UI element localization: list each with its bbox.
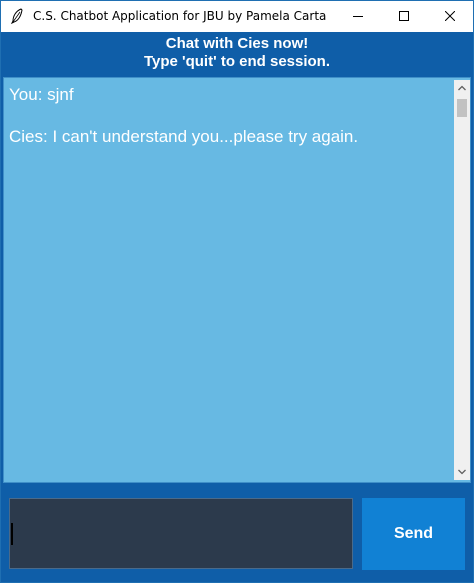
chevron-down-icon	[458, 469, 466, 475]
header-title: Chat with Cies now!	[165, 35, 309, 52]
text-caret	[11, 523, 13, 545]
chat-message-bot: Cies: I can't understand you...please tr…	[9, 127, 359, 146]
input-bar: Send	[1, 485, 473, 582]
chevron-up-icon	[458, 85, 466, 91]
minimize-button[interactable]	[335, 1, 381, 32]
header-subtitle: Type 'quit' to end session.	[143, 53, 331, 70]
message-input[interactable]	[9, 498, 353, 569]
close-button[interactable]	[427, 1, 473, 32]
minimize-icon	[353, 16, 363, 17]
feather-icon	[10, 8, 24, 25]
maximize-button[interactable]	[381, 1, 427, 32]
chat-scrollbar[interactable]	[454, 80, 470, 480]
window-title: C.S. Chatbot Application for JBU by Pame…	[33, 9, 327, 23]
scroll-thumb[interactable]	[457, 99, 467, 117]
scroll-down-button[interactable]	[454, 464, 470, 480]
chat-log[interactable]: You: sjnf Cies: I can't understand you..…	[3, 77, 471, 483]
chat-header: Chat with Cies now! Type 'quit' to end s…	[1, 32, 473, 74]
chat-message-user: You: sjnf	[9, 85, 74, 104]
close-icon	[445, 11, 455, 21]
scroll-up-button[interactable]	[454, 80, 470, 96]
message-spacer	[9, 106, 449, 126]
chat-messages: You: sjnf Cies: I can't understand you..…	[9, 84, 449, 148]
send-button[interactable]: Send	[362, 498, 465, 570]
maximize-icon	[399, 11, 409, 21]
app-window: C.S. Chatbot Application for JBU by Pame…	[0, 0, 474, 583]
title-bar[interactable]: C.S. Chatbot Application for JBU by Pame…	[1, 1, 473, 32]
